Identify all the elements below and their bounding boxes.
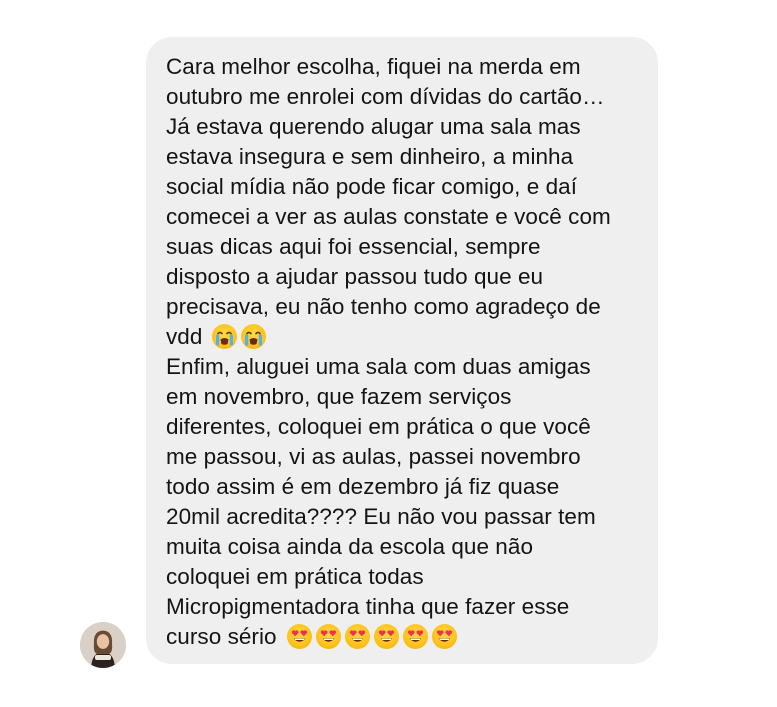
message-line: Cara melhor escolha, fiquei na merda em <box>166 54 581 79</box>
message-text: vdd <box>166 324 203 349</box>
message-line: suas dicas aqui foi essencial, sempre <box>166 234 541 259</box>
message-line-with-emoji: vdd <box>166 322 648 352</box>
message-line: 20mil acredita???? Eu não vou passar tem <box>166 504 596 529</box>
message-line: outubro me enrolei com dívidas do cartão… <box>166 84 605 109</box>
message-line: social mídia não pode ficar comigo, e da… <box>166 174 578 199</box>
message-line: coloquei em prática todas <box>166 564 424 589</box>
message-line: disposto a ajudar passou tudo que eu <box>166 264 544 289</box>
message-line: Micropigmentadora tinha que fazer esse <box>166 594 570 619</box>
message-line: precisava, eu não tenho como agradeço de <box>166 294 601 319</box>
message-line-with-emoji: curso sério <box>166 622 648 652</box>
message-line: comecei a ver as aulas constate e você c… <box>166 204 611 229</box>
message-bubble[interactable]: Cara melhor escolha, fiquei na merda em … <box>146 37 658 664</box>
message-line: diferentes, coloquei em prática o que vo… <box>166 414 591 439</box>
message-line: todo assim é em dezembro já fiz quase <box>166 474 560 499</box>
heart-eyes-face-icon <box>286 624 312 649</box>
sender-avatar[interactable] <box>80 622 126 668</box>
heart-eyes-face-icon <box>431 624 457 649</box>
heart-eyes-face-icon <box>315 624 341 649</box>
message-line: em novembro, que fazem serviços <box>166 384 512 409</box>
heart-eyes-face-icon <box>373 624 399 649</box>
chat-area: Cara melhor escolha, fiquei na merda em … <box>0 0 777 707</box>
message-text: curso sério <box>166 624 277 649</box>
message-line: muita coisa ainda da escola que não <box>166 534 534 559</box>
message-line: Enfim, aluguei uma sala com duas amigas <box>166 354 591 379</box>
message-line: Já estava querendo alugar uma sala mas <box>166 114 581 139</box>
message-line: me passou, vi as aulas, passei novembro <box>166 444 581 469</box>
loudly-crying-face-icon <box>212 324 238 349</box>
loudly-crying-face-icon <box>241 324 267 349</box>
message-line: estava insegura e sem dinheiro, a minha <box>166 144 574 169</box>
heart-eyes-face-icon <box>402 624 428 649</box>
heart-eyes-face-icon <box>344 624 370 649</box>
user-avatar-icon <box>80 622 126 668</box>
